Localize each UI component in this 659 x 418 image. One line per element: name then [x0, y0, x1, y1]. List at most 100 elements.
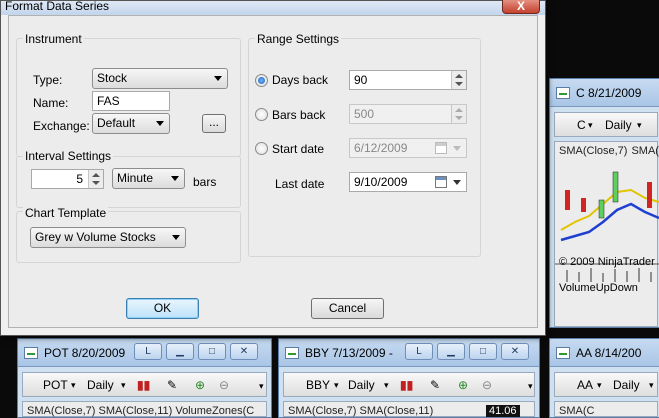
bar-type-icon[interactable]: ▮▮ — [400, 378, 413, 392]
bars-back-label[interactable]: Bars back — [272, 108, 325, 122]
exchange-value: Default — [97, 116, 136, 130]
last-date-picker[interactable]: 9/10/2009 — [349, 172, 467, 192]
ok-button[interactable]: OK — [126, 298, 199, 319]
chevron-down-icon[interactable]: ▾ — [649, 380, 654, 391]
dialog-titlebar[interactable]: Format Data Series X — [1, 0, 545, 15]
chart-icon — [24, 347, 38, 359]
zoom-out-icon[interactable]: ⊖ — [482, 378, 492, 392]
chart-window-aa[interactable]: AA 8/14/200 AA ▾ Daily ▾ SMA(C — [549, 338, 659, 418]
bars-back-value: 500 — [354, 107, 375, 121]
instrument-selector[interactable]: POT — [43, 378, 68, 392]
chart-toolbar: POT ▾ Daily ▾ ▮▮ ✎ ⊕ ⊖ ▾ — [22, 372, 267, 397]
chart-title: POT 8/20/2009 — [44, 346, 126, 360]
bars-back-stepper[interactable]: 500 — [349, 104, 467, 124]
bars-back-radio[interactable] — [255, 108, 268, 121]
type-label: Type: — [33, 73, 63, 87]
chart-titlebar[interactable]: BBY 7/13/2009 - L ▁ □ ✕ — [279, 339, 539, 367]
chart-titlebar[interactable]: POT 8/20/2009 L ▁ □ ✕ — [18, 339, 271, 367]
exchange-dropdown[interactable]: Default — [92, 113, 170, 134]
last-date-value: 9/10/2009 — [354, 175, 408, 189]
chart-plot[interactable]: SMA(Close,7) SMA( © 2009 NinjaTrader Volu… — [554, 141, 659, 327]
type-dropdown[interactable]: Stock — [92, 68, 228, 89]
close-button[interactable]: X — [502, 0, 540, 14]
chart-plot[interactable]: SMA(C — [554, 401, 658, 417]
chart-template-dropdown[interactable]: Grey w Volume Stocks — [30, 227, 186, 248]
copyright-text: © 2009 NinjaTrader — [559, 256, 655, 268]
draw-tool-icon[interactable]: ✎ — [430, 378, 440, 392]
interval-value-stepper[interactable]: 5 — [31, 169, 104, 189]
chart-plot[interactable]: SMA(Close,7) SMA(Close,11) VolumeZones(C — [22, 401, 267, 417]
chart-icon — [556, 87, 570, 99]
draw-tool-icon[interactable]: ✎ — [167, 378, 177, 392]
spinner-arrows-icon[interactable] — [88, 170, 103, 188]
indicator-legend: SMA(Close,7) SMA(Close,11) VolumeZones(C — [27, 405, 255, 417]
chevron-down-icon[interactable]: ▾ — [528, 381, 533, 392]
instrument-selector[interactable]: BBY — [306, 378, 330, 392]
interval-selector[interactable]: Daily — [87, 378, 114, 392]
zoom-in-icon[interactable]: ⊕ — [195, 378, 205, 392]
interval-value: 5 — [76, 172, 83, 186]
calendar-icon[interactable] — [435, 142, 447, 154]
chevron-down-icon — [214, 76, 222, 81]
chart-titlebar[interactable]: C 8/21/2009 — [550, 79, 659, 107]
chart-toolbar: BBY ▾ Daily ▾ ▮▮ ✎ ⊕ ⊖ ▾ — [283, 372, 535, 397]
interval-settings-group-label: Interval Settings — [23, 149, 114, 163]
bar-type-icon[interactable]: ▮▮ — [137, 378, 150, 392]
close-icon[interactable]: ✕ — [230, 343, 258, 360]
days-back-label[interactable]: Days back — [272, 73, 328, 87]
chevron-down-icon[interactable]: ▾ — [597, 380, 602, 391]
chevron-down-icon[interactable] — [453, 146, 461, 151]
chevron-down-icon[interactable]: ▾ — [637, 120, 642, 131]
chevron-down-icon — [172, 235, 180, 240]
link-button[interactable]: L — [134, 343, 162, 360]
interval-unit-dropdown[interactable]: Minute — [112, 168, 185, 189]
chevron-down-icon[interactable] — [453, 180, 461, 185]
maximize-icon[interactable]: □ — [469, 343, 497, 360]
zoom-in-icon[interactable]: ⊕ — [458, 378, 468, 392]
chart-window-c[interactable]: C 8/21/2009 C ▾ Daily ▾ SMA(Close,7) SMA( — [549, 78, 659, 328]
chart-toolbar: AA ▾ Daily ▾ — [554, 372, 658, 397]
chart-title: AA 8/14/200 — [576, 346, 642, 360]
range-settings-group-label: Range Settings — [255, 32, 342, 46]
chevron-down-icon[interactable]: ▾ — [121, 380, 126, 391]
interval-selector[interactable]: Daily — [605, 118, 632, 132]
start-date-label[interactable]: Start date — [272, 142, 324, 156]
chevron-down-icon[interactable]: ▾ — [334, 380, 339, 391]
minimize-icon[interactable]: ▁ — [166, 343, 194, 360]
cancel-button[interactable]: Cancel — [311, 298, 384, 319]
chevron-down-icon[interactable]: ▾ — [71, 380, 76, 391]
interval-unit-value: Minute — [117, 171, 154, 185]
price-badge: 41.06 — [486, 405, 520, 417]
chart-window-bby[interactable]: BBY 7/13/2009 - L ▁ □ ✕ BBY ▾ Daily ▾ ▮▮… — [278, 338, 540, 418]
calendar-icon[interactable] — [435, 176, 447, 188]
chevron-down-icon[interactable]: ▾ — [259, 381, 264, 392]
interval-selector[interactable]: Daily — [613, 378, 640, 392]
close-icon[interactable]: ✕ — [501, 343, 529, 360]
minimize-icon[interactable]: ▁ — [437, 343, 465, 360]
zoom-out-icon[interactable]: ⊖ — [219, 378, 229, 392]
exchange-label: Exchange: — [33, 119, 90, 133]
days-back-radio[interactable] — [255, 74, 268, 87]
interval-selector[interactable]: Daily — [348, 378, 375, 392]
start-date-radio[interactable] — [255, 142, 268, 155]
chart-window-pot[interactable]: POT 8/20/2009 L ▁ □ ✕ POT ▾ Daily ▾ ▮▮ ✎… — [17, 338, 272, 418]
link-button[interactable]: L — [405, 343, 433, 360]
instrument-selector[interactable]: AA — [577, 378, 593, 392]
spinner-arrows-icon[interactable] — [451, 71, 466, 89]
start-date-picker[interactable]: 6/12/2009 — [349, 138, 467, 158]
instrument-selector[interactable]: C — [577, 118, 586, 132]
chevron-down-icon[interactable]: ▾ — [588, 120, 593, 131]
name-field[interactable]: FAS — [92, 91, 170, 111]
chart-plot[interactable]: SMA(Close,7) SMA(Close,11) 41.06 — [283, 401, 535, 417]
spinner-arrows-icon[interactable] — [451, 105, 466, 123]
maximize-icon[interactable]: □ — [198, 343, 226, 360]
chart-icon — [285, 347, 299, 359]
days-back-stepper[interactable]: 90 — [349, 70, 467, 90]
type-value: Stock — [97, 71, 128, 85]
price-chart — [555, 171, 659, 282]
chart-icon — [556, 347, 570, 359]
browse-instrument-button[interactable]: ... — [202, 114, 226, 133]
start-date-value: 6/12/2009 — [354, 141, 408, 155]
chart-titlebar[interactable]: AA 8/14/200 — [550, 339, 659, 367]
chevron-down-icon[interactable]: ▾ — [384, 380, 389, 391]
